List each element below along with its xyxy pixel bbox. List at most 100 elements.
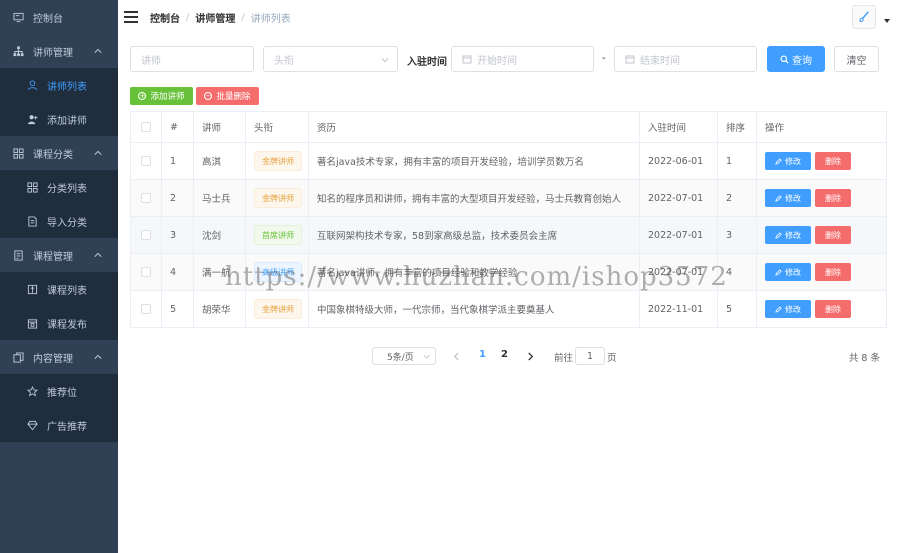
sidebar-item-label: 控制台 — [33, 13, 63, 25]
table-row: 5 胡荣华 金牌讲师 中国象棋特级大师，一代宗师，当代象棋学派主要奠基人 2022-11… — [131, 291, 886, 328]
sidebar-item-2[interactable]: 讲师列表 — [0, 68, 118, 102]
select-all-cell — [131, 112, 162, 142]
batch-delete-button[interactable]: − 批量删除 — [196, 87, 259, 105]
edit-icon — [775, 268, 782, 276]
cell-actions: 修改 删除 — [757, 180, 886, 216]
breadcrumb-separator: / — [241, 11, 245, 23]
sidebar-item-7[interactable]: 课程管理 — [0, 238, 118, 272]
page-size-select[interactable]: 5条/页 — [372, 347, 436, 365]
next-page-button[interactable] — [525, 350, 535, 362]
teacher-name-input[interactable]: 讲师 — [130, 46, 254, 72]
sidebar-item-label: 课程分类 — [33, 149, 73, 161]
top-header: 控制台 / 讲师管理 / 讲师列表 — [118, 0, 900, 34]
sidebar-item-label: 课程发布 — [47, 319, 87, 331]
avatar[interactable] — [852, 5, 876, 29]
edit-icon — [775, 231, 782, 239]
page-number-1[interactable]: 1 — [479, 349, 486, 360]
table-row: 1 高淇 金牌讲师 著名java技术专家，拥有丰富的项目开发经验，培训学员数万名 202… — [131, 143, 886, 180]
column-header-join-date: 入驻时间 — [640, 112, 718, 142]
sidebar-item-8[interactable]: 课程列表 — [0, 272, 118, 306]
sidebar-item-11[interactable]: 推荐位 — [0, 374, 118, 408]
cell-title: 首席讲师 — [246, 217, 309, 253]
cell-name: 胡荣华 — [194, 291, 246, 327]
chevron-left-icon — [453, 351, 459, 361]
brush-icon — [859, 11, 869, 23]
grid-icon — [26, 181, 38, 193]
row-checkbox[interactable] — [141, 230, 151, 240]
cell-bio: 中国象棋特级大师，一代宗师，当代象棋学派主要奠基人 — [309, 291, 640, 327]
row-select-cell — [131, 217, 162, 253]
search-icon — [780, 54, 789, 64]
cell-index: 4 — [162, 254, 194, 290]
sidebar: 控制台 讲师管理 讲师列表 添加讲师 课程分类 分类列表 导入分类 课程管理 课程列表 课程发布内… — [0, 0, 118, 553]
delete-button-label: 删除 — [825, 230, 841, 240]
sidebar-item-6[interactable]: 导入分类 — [0, 204, 118, 238]
delete-button[interactable]: 删除 — [815, 226, 851, 244]
document-icon — [26, 215, 38, 227]
sidebar-item-12[interactable]: 广告推荐 — [0, 408, 118, 442]
chevron-up-icon — [94, 48, 102, 53]
breadcrumb-item-teacher-management[interactable]: 讲师管理 — [195, 10, 235, 25]
sidebar-item-9[interactable]: 课程发布 — [0, 306, 118, 340]
prev-page-button[interactable] — [451, 350, 461, 362]
goto-page-input[interactable]: 1 — [575, 347, 605, 365]
cell-sort: 3 — [718, 217, 757, 253]
edit-button[interactable]: 修改 — [765, 300, 811, 318]
search-button[interactable]: 查询 — [767, 46, 825, 72]
start-date-placeholder: 开始时间 — [477, 55, 517, 67]
start-date-input[interactable]: 开始时间 — [451, 46, 594, 72]
row-checkbox[interactable] — [141, 304, 151, 314]
title-tag: 金牌讲师 — [254, 188, 302, 208]
delete-button[interactable]: 删除 — [815, 189, 851, 207]
sidebar-item-label: 课程列表 — [47, 285, 87, 297]
delete-button[interactable]: 删除 — [815, 152, 851, 170]
edit-button[interactable]: 修改 — [765, 263, 811, 281]
end-date-input[interactable]: 结束时间 — [614, 46, 757, 72]
column-header-sort: 排序 — [718, 112, 757, 142]
edit-icon — [775, 157, 782, 165]
row-select-cell — [131, 291, 162, 327]
join-time-label: 入驻时间 — [407, 57, 447, 68]
sidebar-item-3[interactable]: 添加讲师 — [0, 102, 118, 136]
edit-icon — [775, 305, 782, 313]
cell-bio: 知名的程序员和讲师，拥有丰富的大型项目开发经验，马士兵教育创始人 — [309, 180, 640, 216]
row-checkbox[interactable] — [141, 156, 151, 166]
chevron-up-icon — [94, 252, 102, 257]
sidebar-item-4[interactable]: 课程分类 — [0, 136, 118, 170]
title-select[interactable]: 头衔 — [263, 46, 398, 72]
pagination: 5条/页 1 2 前往 1 页 共 8 条 — [0, 347, 900, 365]
select-all-checkbox[interactable] — [141, 122, 151, 132]
watermark: https://www.huzhan.com/ishop3572 — [225, 262, 728, 292]
goto-prefix: 前往 — [554, 353, 574, 364]
sidebar-item-0[interactable]: 控制台 — [0, 0, 118, 34]
edit-button[interactable]: 修改 — [765, 189, 811, 207]
sidebar-item-1[interactable]: 讲师管理 — [0, 34, 118, 68]
calendar-icon — [462, 55, 472, 64]
date-range-separator: - — [602, 53, 606, 64]
row-checkbox[interactable] — [141, 267, 151, 277]
user-dropdown-caret-icon[interactable] — [884, 19, 890, 23]
delete-button[interactable]: 删除 — [815, 300, 851, 318]
page-number-2[interactable]: 2 — [501, 349, 508, 360]
cell-index: 3 — [162, 217, 194, 253]
cell-sort: 5 — [718, 291, 757, 327]
title-select-placeholder: 头衔 — [274, 55, 294, 67]
total-count: 共 8 条 — [848, 353, 880, 364]
add-teacher-button[interactable]: + 添加讲师 — [130, 87, 193, 105]
column-header-index: # — [162, 112, 194, 142]
edit-button[interactable]: 修改 — [765, 152, 811, 170]
chevron-right-icon — [527, 351, 533, 361]
cell-index: 1 — [162, 143, 194, 179]
list-box-icon — [26, 283, 38, 295]
row-checkbox[interactable] — [141, 193, 151, 203]
search-button-label: 查询 — [792, 55, 812, 67]
goto-page-value: 1 — [586, 350, 594, 362]
delete-button[interactable]: 删除 — [815, 263, 851, 281]
row-select-cell — [131, 180, 162, 216]
clear-button[interactable]: 清空 — [834, 46, 879, 72]
breadcrumb-item-dashboard[interactable]: 控制台 — [150, 10, 180, 25]
edit-button[interactable]: 修改 — [765, 226, 811, 244]
sidebar-item-5[interactable]: 分类列表 — [0, 170, 118, 204]
hamburger-menu-icon[interactable] — [124, 11, 138, 23]
batch-delete-label: 批量删除 — [216, 92, 251, 102]
